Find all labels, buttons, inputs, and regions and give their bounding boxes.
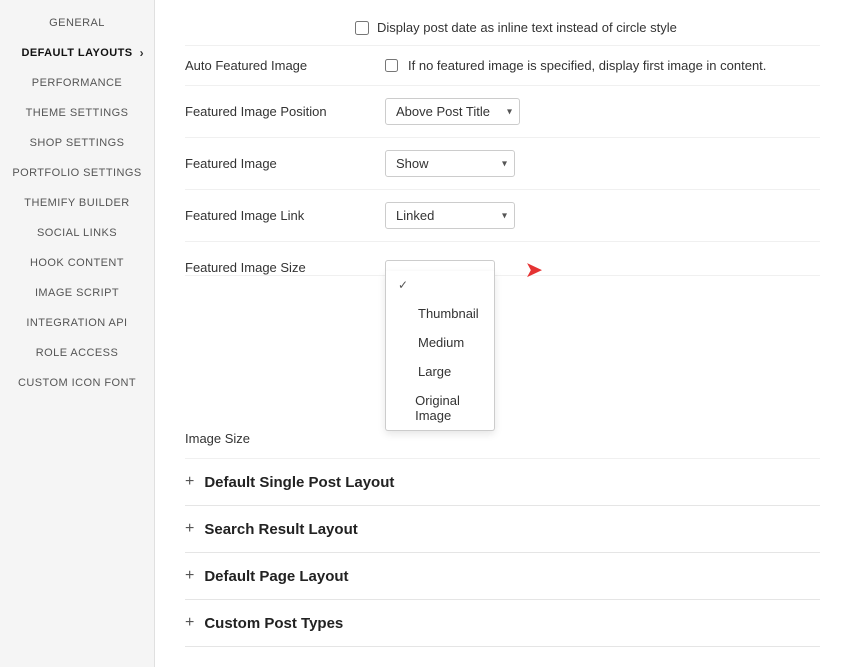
sidebar-item-label: PERFORMANCE xyxy=(32,77,122,89)
sections-container: + Default Single Post Layout + Search Resul… xyxy=(185,459,820,647)
auto-featured-image-text: If no featured image is specified, displ… xyxy=(408,58,766,73)
sidebar-item-image-script[interactable]: IMAGE SCRIPT xyxy=(0,278,154,308)
sidebar-item-label: ROLE ACCESS xyxy=(36,347,118,359)
sidebar-item-label: CUSTOM ICON FONT xyxy=(18,377,136,389)
featured-image-link-label: Featured Image Link xyxy=(185,208,385,223)
sidebar-item-label: IMAGE SCRIPT xyxy=(35,287,119,299)
featured-image-position-row: Featured Image Position Above Post Title… xyxy=(185,86,820,138)
featured-image-size-control: ➤ ✓ ✓ Thumbnail ✓ Medium xyxy=(385,254,495,271)
featured-image-link-row: Featured Image Link Linked Unlinked ▾ xyxy=(185,190,820,242)
sidebar-item-label: SHOP SETTINGS xyxy=(30,137,125,149)
auto-featured-image-control: If no featured image is specified, displ… xyxy=(385,58,766,73)
featured-image-size-dropdown-container: ➤ ✓ ✓ Thumbnail ✓ Medium xyxy=(385,254,495,271)
sidebar-item-integration-api[interactable]: INTEGRATION API xyxy=(0,308,154,338)
featured-image-size-trigger-wrapper: ➤ xyxy=(385,254,495,271)
dropdown-item-thumbnail-label: Thumbnail xyxy=(418,306,479,321)
featured-image-position-wrapper: Above Post Title Below Post Title Left R… xyxy=(385,98,520,125)
plus-icon: + xyxy=(185,567,194,585)
featured-image-position-select[interactable]: Above Post Title Below Post Title Left R… xyxy=(385,98,520,125)
sidebar-item-label: THEMIFY BUILDER xyxy=(24,197,129,209)
sidebar-item-label: GENERAL xyxy=(49,17,105,29)
post-date-checkbox[interactable] xyxy=(355,21,369,35)
dropdown-item-large[interactable]: ✓ Large xyxy=(386,357,494,386)
sidebar-item-role-access[interactable]: ROLE ACCESS xyxy=(0,338,154,368)
sidebar-item-default-layouts[interactable]: DEFAULT LAYOUTS › xyxy=(0,38,154,68)
image-size-label: Image Size xyxy=(185,431,385,446)
sidebar-item-general[interactable]: GENERAL xyxy=(0,8,154,38)
dropdown-item-large-label: Large xyxy=(418,364,451,379)
dropdown-item-blank[interactable]: ✓ xyxy=(386,271,494,299)
sidebar-item-themify-builder[interactable]: THEMIFY BUILDER xyxy=(0,188,154,218)
sidebar-item-portfolio-settings[interactable]: PORTFOLIO SETTINGS xyxy=(0,158,154,188)
chevron-right-icon: › xyxy=(140,46,144,60)
sidebar-item-shop-settings[interactable]: SHOP SETTINGS xyxy=(0,128,154,158)
featured-image-position-label: Featured Image Position xyxy=(185,104,385,119)
featured-image-link-control: Linked Unlinked ▾ xyxy=(385,202,515,229)
dropdown-item-original-label: Original Image xyxy=(415,393,482,423)
red-arrow-icon: ➤ xyxy=(525,257,543,283)
sidebar: GENERAL DEFAULT LAYOUTS › PERFORMANCE THEME … xyxy=(0,0,155,667)
main-content: Display post date as inline text instead… xyxy=(155,0,850,667)
sidebar-item-social-links[interactable]: SOCIAL LINKS xyxy=(0,218,154,248)
section-default-page[interactable]: + Default Page Layout xyxy=(185,553,820,600)
check-icon: ✓ xyxy=(398,278,412,292)
section-title: Default Single Post Layout xyxy=(204,474,394,491)
sidebar-item-label: THEME SETTINGS xyxy=(26,107,129,119)
sidebar-item-performance[interactable]: PERFORMANCE xyxy=(0,68,154,98)
post-date-row: Display post date as inline text instead… xyxy=(185,10,820,46)
section-title: Default Page Layout xyxy=(204,568,348,585)
dropdown-item-thumbnail[interactable]: ✓ Thumbnail xyxy=(386,299,494,328)
plus-icon: + xyxy=(185,614,194,632)
sidebar-item-label: HOOK CONTENT xyxy=(30,257,124,269)
sidebar-item-custom-icon-font[interactable]: CUSTOM ICON FONT xyxy=(0,368,154,398)
sidebar-item-hook-content[interactable]: HOOK CONTENT xyxy=(0,248,154,278)
auto-featured-image-label: Auto Featured Image xyxy=(185,58,385,73)
auto-featured-image-row: Auto Featured Image If no featured image… xyxy=(185,46,820,86)
featured-image-wrapper: Show Hide ▾ xyxy=(385,150,515,177)
dropdown-item-medium[interactable]: ✓ Medium xyxy=(386,328,494,357)
section-default-single-post[interactable]: + Default Single Post Layout xyxy=(185,459,820,506)
section-custom-post-types[interactable]: + Custom Post Types xyxy=(185,600,820,647)
section-title: Custom Post Types xyxy=(204,615,343,632)
featured-image-size-row: Featured Image Size ➤ ✓ xyxy=(185,242,820,276)
section-search-result[interactable]: + Search Result Layout xyxy=(185,506,820,553)
post-date-text: Display post date as inline text instead… xyxy=(377,20,677,35)
section-title: Search Result Layout xyxy=(204,521,357,538)
featured-image-label: Featured Image xyxy=(185,156,385,171)
sidebar-item-label: SOCIAL LINKS xyxy=(37,227,117,239)
featured-image-row: Featured Image Show Hide ▾ xyxy=(185,138,820,190)
featured-image-select[interactable]: Show Hide xyxy=(385,150,515,177)
featured-image-control: Show Hide ▾ xyxy=(385,150,515,177)
dropdown-item-original[interactable]: ✓ Original Image xyxy=(386,386,494,430)
dropdown-item-medium-label: Medium xyxy=(418,335,464,350)
plus-icon: + xyxy=(185,473,194,491)
sidebar-item-label: DEFAULT LAYOUTS xyxy=(21,47,132,59)
featured-image-link-select[interactable]: Linked Unlinked xyxy=(385,202,515,229)
featured-image-link-wrapper: Linked Unlinked ▾ xyxy=(385,202,515,229)
featured-image-size-menu: ✓ ✓ Thumbnail ✓ Medium ✓ Large xyxy=(385,271,495,431)
image-size-row: Image Size xyxy=(185,276,820,459)
auto-featured-image-checkbox[interactable] xyxy=(385,59,398,72)
sidebar-item-label: INTEGRATION API xyxy=(26,317,127,329)
featured-image-size-label: Featured Image Size xyxy=(185,254,385,275)
featured-image-size-trigger[interactable] xyxy=(385,260,495,271)
sidebar-item-label: PORTFOLIO SETTINGS xyxy=(12,167,141,179)
sidebar-item-theme-settings[interactable]: THEME SETTINGS xyxy=(0,98,154,128)
post-date-label[interactable]: Display post date as inline text instead… xyxy=(185,20,820,35)
plus-icon: + xyxy=(185,520,194,538)
featured-image-position-control: Above Post Title Below Post Title Left R… xyxy=(385,98,520,125)
